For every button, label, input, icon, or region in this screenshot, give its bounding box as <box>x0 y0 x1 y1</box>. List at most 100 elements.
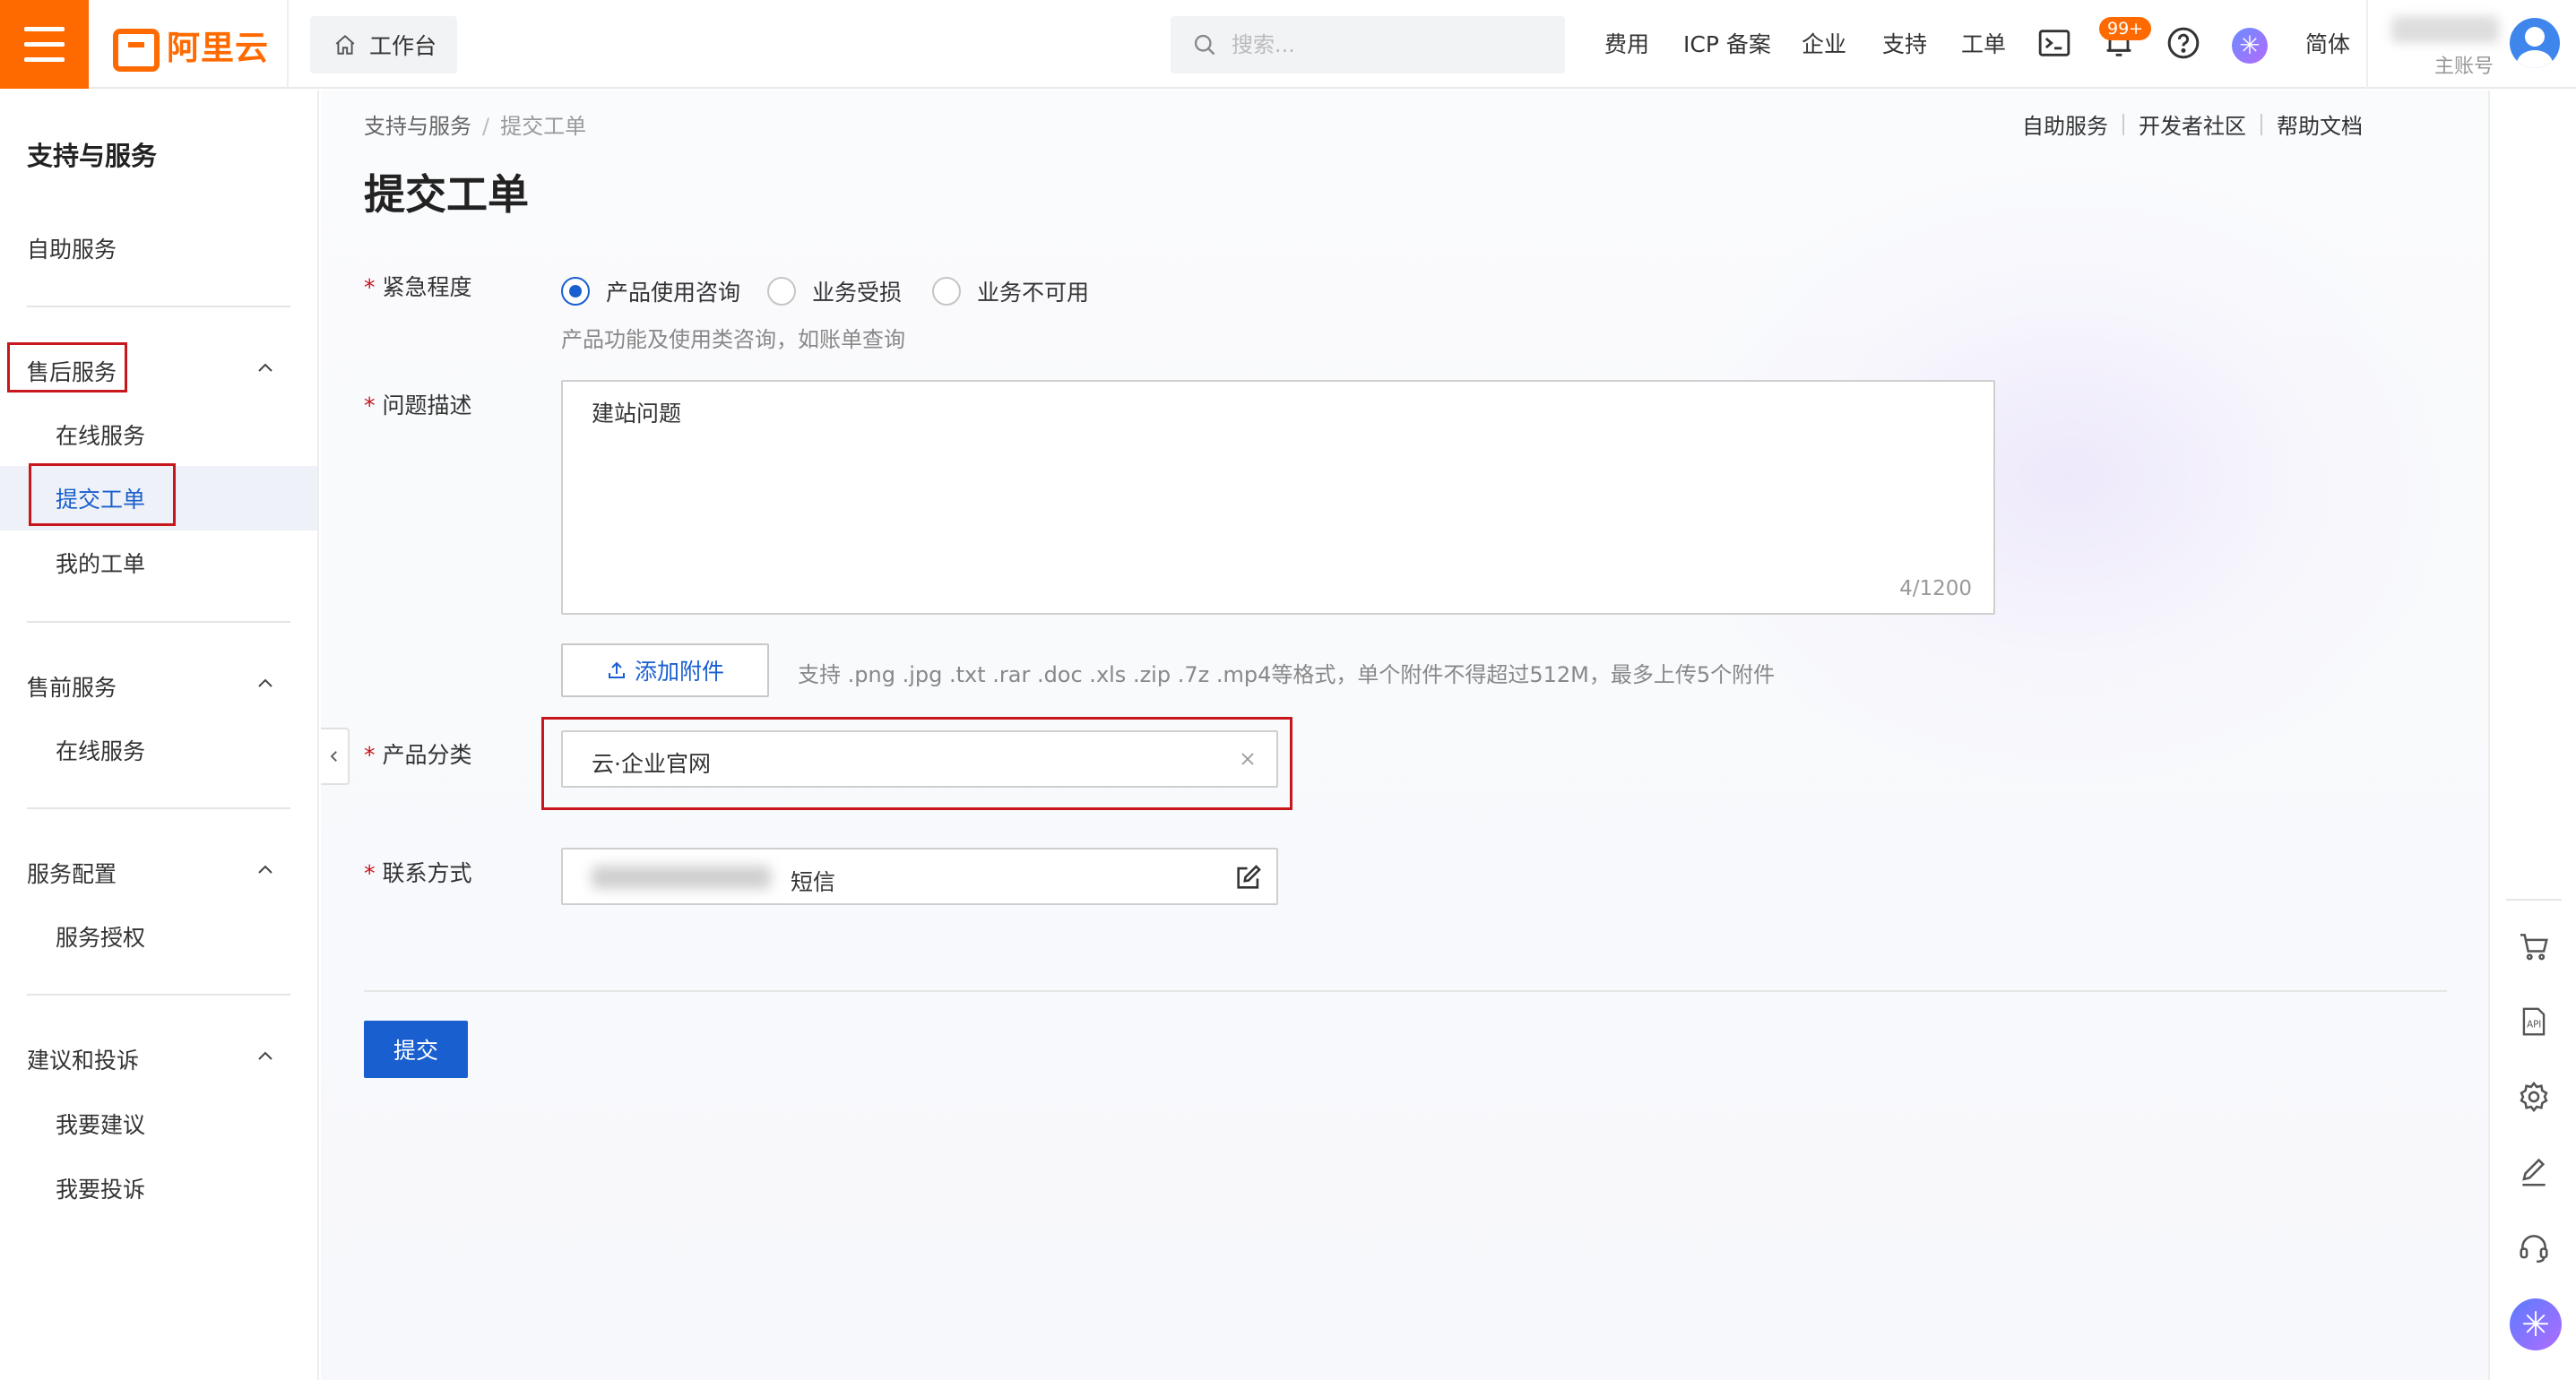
divider <box>2260 113 2262 135</box>
highlight-box <box>29 463 176 526</box>
sidebar-collapse-button[interactable] <box>321 728 350 785</box>
radio-unselected-icon <box>932 277 961 306</box>
menu-bar-icon <box>24 57 65 62</box>
radio-selected-icon <box>561 277 590 306</box>
chevron-up-icon[interactable] <box>255 1046 276 1067</box>
phone-number-masked <box>592 866 771 889</box>
radio-unselected-icon <box>767 277 796 306</box>
chevron-up-icon[interactable] <box>255 859 276 881</box>
divider <box>27 807 290 809</box>
radio-product-consult[interactable]: 产品使用咨询 <box>561 275 740 307</box>
breadcrumb-parent[interactable]: 支持与服务 <box>364 114 471 139</box>
description-textarea[interactable]: 建站问题 4/1200 <box>561 380 1995 615</box>
radio-label: 业务受损 <box>812 280 903 306</box>
radio-label: 产品使用咨询 <box>606 280 741 306</box>
search-icon <box>1194 34 1215 56</box>
account-name-masked[interactable] <box>2391 16 2499 43</box>
main-content: 支持与服务 / 提交工单 自助服务 开发者社区 帮助文档 提交工单 * 紧急程度 产品… <box>321 91 2488 1380</box>
terminal-icon[interactable] <box>2036 25 2072 61</box>
breadcrumb-current: 提交工单 <box>500 114 587 139</box>
sidebar-group-pre-sales[interactable]: 售前服务 <box>27 670 117 703</box>
required-mark: * <box>364 742 376 768</box>
gear-icon[interactable] <box>2517 1080 2551 1114</box>
top-links: 自助服务 开发者社区 帮助文档 <box>2022 108 2363 140</box>
divider <box>2366 0 2368 89</box>
divider <box>2122 113 2124 135</box>
link-help-docs[interactable]: 帮助文档 <box>2277 108 2363 140</box>
urgency-label-text: 紧急程度 <box>382 274 472 300</box>
nav-icp-filing[interactable]: ICP 备案 <box>1683 27 1771 59</box>
menu-bar-icon <box>24 27 65 31</box>
help-icon[interactable] <box>2165 25 2201 61</box>
sidebar-title: 支持与服务 <box>27 141 158 171</box>
search-input[interactable] <box>1232 32 1536 57</box>
character-counter: 4/1200 <box>1899 577 1972 600</box>
submit-button[interactable]: 提交 <box>364 1021 468 1078</box>
required-mark: * <box>364 274 376 300</box>
divider <box>2506 899 2562 901</box>
required-mark: * <box>364 392 376 418</box>
link-developer-community[interactable]: 开发者社区 <box>2139 108 2246 140</box>
description-value: 建站问题 <box>592 401 682 427</box>
aliyun-logo[interactable]: 阿里云 <box>113 24 269 72</box>
avatar[interactable] <box>2510 18 2560 68</box>
cart-icon[interactable] <box>2517 929 2551 963</box>
sidebar: 支持与服务 自助服务 售后服务 在线服务 提交工单 我的工单 售前服务 在线服务… <box>0 91 319 1380</box>
nav-billing[interactable]: 费用 <box>1604 27 1649 59</box>
hamburger-menu-button[interactable] <box>0 0 89 89</box>
product-category-label: * 产品分类 <box>364 737 472 770</box>
nav-support[interactable]: 支持 <box>1882 27 1927 59</box>
breadcrumb: 支持与服务 / 提交工单 <box>364 108 586 140</box>
workbench-label: 工作台 <box>369 33 437 59</box>
highlight-box <box>7 342 127 392</box>
required-mark: * <box>364 860 376 886</box>
divider <box>27 306 290 307</box>
link-self-service[interactable]: 自助服务 <box>2022 108 2108 140</box>
menu-bar-icon <box>24 42 65 47</box>
sidebar-item-online-service[interactable]: 在线服务 <box>56 734 145 766</box>
top-bar: 阿里云 工作台 费用 ICP 备案 企业 支持 工单 99+ 简体 主账号 <box>0 0 2576 89</box>
sidebar-item-suggestion[interactable]: 我要建议 <box>56 1108 145 1140</box>
nav-enterprise[interactable]: 企业 <box>1802 27 1846 59</box>
chevron-up-icon[interactable] <box>255 358 276 379</box>
pen-icon[interactable] <box>2517 1155 2551 1189</box>
product-category-label-text: 产品分类 <box>382 742 472 768</box>
highlight-box <box>541 717 1292 810</box>
chevron-left-icon <box>330 751 337 762</box>
contact-label: * 联系方式 <box>364 856 472 888</box>
sidebar-item-service-authorization[interactable]: 服务授权 <box>56 920 145 953</box>
divider <box>27 994 290 996</box>
right-toolbar: API <box>2488 91 2576 1380</box>
sidebar-item-complaint[interactable]: 我要投诉 <box>56 1172 145 1204</box>
urgency-label: * 紧急程度 <box>364 270 472 302</box>
ai-assistant-icon[interactable] <box>2510 1298 2562 1350</box>
edit-icon[interactable] <box>1233 862 1264 893</box>
search-bar[interactable] <box>1171 16 1565 73</box>
sidebar-item-self-service[interactable]: 自助服务 <box>27 232 117 264</box>
nav-ticket[interactable]: 工单 <box>1961 27 2006 59</box>
radio-business-impaired[interactable]: 业务受损 <box>767 275 902 307</box>
home-icon <box>335 34 355 55</box>
page-title: 提交工单 <box>364 170 529 219</box>
sidebar-item-online-service[interactable]: 在线服务 <box>56 418 145 451</box>
ai-assistant-icon[interactable] <box>2232 28 2268 64</box>
add-attachment-label: 添加附件 <box>634 659 724 685</box>
sidebar-group-service-config[interactable]: 服务配置 <box>27 857 117 889</box>
description-label-text: 问题描述 <box>382 392 472 418</box>
workbench-button[interactable]: 工作台 <box>310 16 457 73</box>
language-switch[interactable]: 简体 <box>2305 27 2350 59</box>
api-icon[interactable]: API <box>2517 1005 2551 1039</box>
contact-method: 短信 <box>791 869 836 895</box>
divider <box>364 990 2447 992</box>
divider <box>287 0 289 89</box>
add-attachment-button[interactable]: 添加附件 <box>561 643 769 697</box>
headset-icon[interactable] <box>2517 1230 2551 1264</box>
radio-business-unavailable[interactable]: 业务不可用 <box>932 275 1089 307</box>
sidebar-group-feedback[interactable]: 建议和投诉 <box>27 1043 139 1075</box>
urgency-hint: 产品功能及使用类咨询，如账单查询 <box>561 327 905 352</box>
description-label: * 问题描述 <box>364 388 472 420</box>
logo-text: 阿里云 <box>167 29 269 67</box>
chevron-up-icon[interactable] <box>255 673 276 694</box>
sidebar-item-my-tickets[interactable]: 我的工单 <box>56 547 145 579</box>
contact-field[interactable]: 短信 <box>561 848 1278 905</box>
